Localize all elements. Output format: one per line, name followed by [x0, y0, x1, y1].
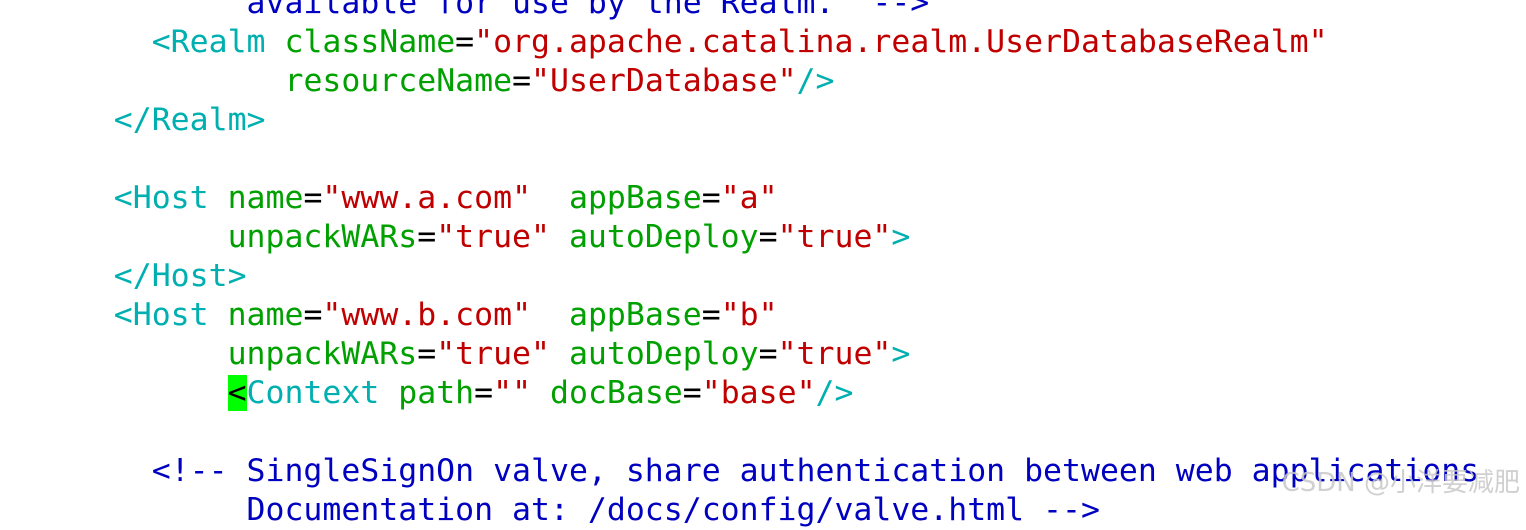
comment-text: available for use by the Realm. -->	[0, 0, 930, 21]
xml-tag: >	[891, 219, 911, 255]
code-token: =	[701, 180, 721, 216]
code-line[interactable]: <Host name="www.b.com" appBase="b"	[0, 296, 1526, 335]
code-token: =	[417, 336, 437, 372]
code-line[interactable]: </Host>	[0, 257, 1526, 296]
code-line[interactable]: available for use by the Realm. -->	[0, 0, 1526, 23]
xml-attribute-value: "base"	[701, 375, 816, 411]
xml-attribute-name: appBase	[568, 180, 702, 216]
xml-tag: </Host>	[0, 258, 247, 294]
xml-attribute-name: name	[227, 180, 304, 216]
code-line[interactable]: </Realm>	[0, 101, 1526, 140]
xml-attribute-value: "a"	[720, 180, 778, 216]
code-token: =	[682, 375, 702, 411]
code-token: =	[455, 24, 475, 60]
xml-attribute-value: "true"	[777, 336, 892, 372]
xml-attribute-name: className	[284, 24, 456, 60]
xml-attribute-value: "www.a.com"	[322, 180, 532, 216]
code-token: =	[303, 180, 323, 216]
xml-attribute-value: "b"	[720, 297, 778, 333]
xml-tag: <Host	[0, 180, 209, 216]
comment-text: <!-- SingleSignOn valve, share authentic…	[0, 453, 1480, 489]
code-editor[interactable]: available for use by the Realm. --> <Rea…	[0, 0, 1526, 530]
xml-tag: />	[796, 63, 835, 99]
xml-attribute-name: unpackWARs	[227, 219, 418, 255]
xml-attribute-value: "true"	[777, 219, 892, 255]
xml-attribute-name: docBase	[550, 375, 683, 411]
xml-attribute-value: "www.b.com"	[322, 297, 532, 333]
xml-attribute-name: resourceName	[284, 63, 513, 99]
xml-attribute-value: "true"	[436, 336, 550, 372]
code-line[interactable]: <Host name="www.a.com" appBase="a"	[0, 179, 1526, 218]
xml-attribute-name: name	[227, 297, 304, 333]
text-cursor: <	[227, 375, 247, 411]
xml-attribute-name: autoDeploy	[568, 219, 759, 255]
xml-attribute-value: ""	[493, 375, 532, 411]
code-token: =	[701, 297, 721, 333]
code-token: =	[474, 375, 494, 411]
xml-attribute-name: unpackWARs	[227, 336, 418, 372]
xml-tag: >	[891, 336, 911, 372]
xml-tag: Context	[246, 375, 380, 411]
xml-tag: <Host	[0, 297, 209, 333]
xml-attribute-name: appBase	[568, 297, 702, 333]
xml-tag: </Realm>	[0, 102, 266, 138]
code-token: =	[758, 219, 778, 255]
xml-attribute-value: "org.apache.catalina.realm.UserDatabaseR…	[474, 24, 1328, 60]
code-line[interactable]: <Realm className="org.apache.catalina.re…	[0, 23, 1526, 62]
comment-text: Documentation at: /docs/config/valve.htm…	[0, 492, 1100, 528]
code-line[interactable]	[0, 413, 1526, 452]
xml-tag: <Realm	[0, 24, 266, 60]
code-line[interactable]: <Context path="" docBase="base"/>	[0, 374, 1526, 413]
xml-attribute-name: path	[398, 375, 475, 411]
xml-tag: />	[815, 375, 854, 411]
watermark: CSDN @小洋要减肥	[1281, 468, 1520, 498]
code-token: =	[303, 297, 323, 333]
code-token: =	[758, 336, 778, 372]
xml-attribute-value: "true"	[436, 219, 550, 255]
code-token: =	[417, 219, 437, 255]
code-line[interactable]: unpackWARs="true" autoDeploy="true">	[0, 335, 1526, 374]
xml-attribute-value: "UserDatabase"	[531, 63, 797, 99]
code-line[interactable]: resourceName="UserDatabase"/>	[0, 62, 1526, 101]
code-line[interactable]: unpackWARs="true" autoDeploy="true">	[0, 218, 1526, 257]
code-line[interactable]	[0, 140, 1526, 179]
xml-attribute-name: autoDeploy	[568, 336, 759, 372]
code-token: =	[512, 63, 532, 99]
